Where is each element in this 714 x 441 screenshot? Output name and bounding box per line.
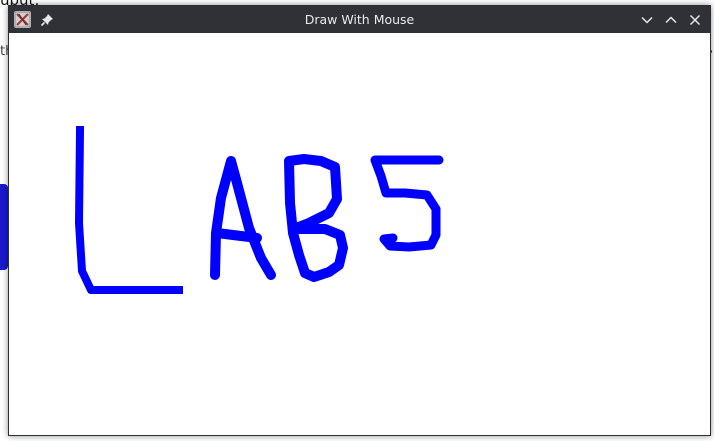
window-title: Draw With Mouse — [304, 12, 415, 27]
draw-window: Draw With Mouse — [8, 5, 711, 436]
chevron-up-icon — [665, 16, 677, 24]
stroke-digit-5 — [370, 155, 444, 252]
background-accent-bar — [0, 184, 8, 270]
drawing-canvas[interactable] — [9, 33, 710, 435]
drawing-surface — [75, 125, 444, 294]
stroke-letter-b — [284, 154, 348, 282]
title-bar[interactable]: Draw With Mouse — [9, 6, 710, 33]
close-icon — [689, 14, 701, 26]
stroke-letter-l — [75, 125, 183, 294]
chevron-down-icon — [641, 16, 653, 24]
minimize-button[interactable] — [640, 12, 654, 26]
stroke-letter-a — [210, 156, 276, 280]
close-button[interactable] — [688, 12, 702, 26]
maximize-button[interactable] — [664, 12, 678, 26]
